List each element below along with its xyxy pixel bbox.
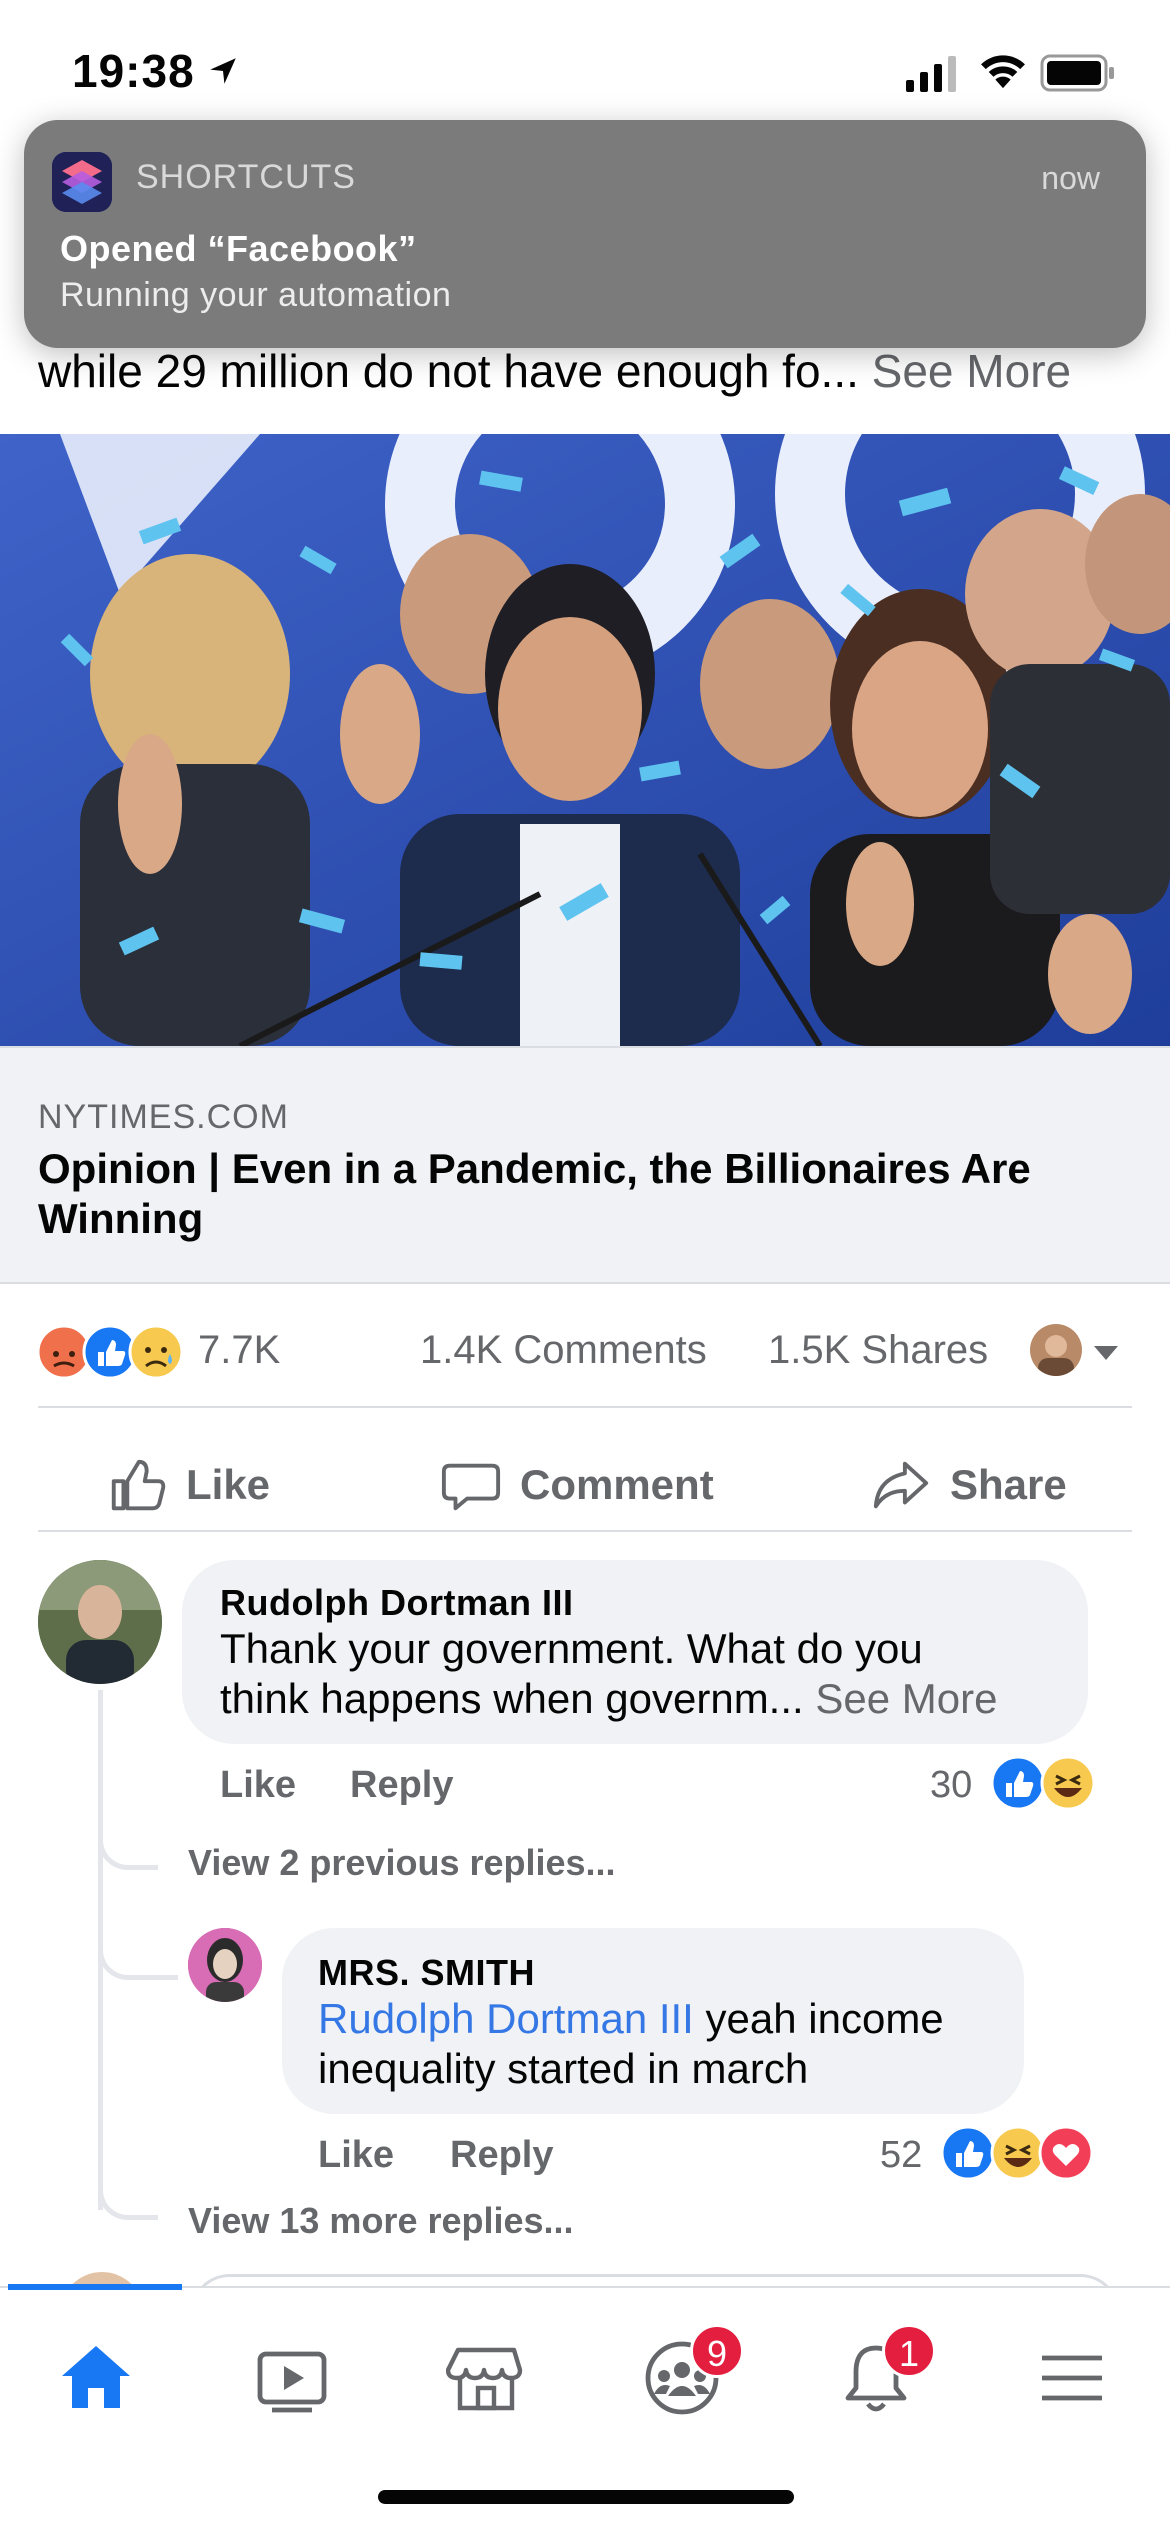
view-previous-replies-link[interactable]: View 2 previous replies... xyxy=(188,1842,616,1884)
divider xyxy=(38,1406,1132,1408)
comment-reply-button[interactable]: Reply xyxy=(350,1764,453,1807)
avatar[interactable] xyxy=(188,1928,262,2002)
reaction-count: 7.7K xyxy=(198,1328,281,1372)
news-photo xyxy=(0,434,1170,1046)
comment-see-more-link[interactable]: See More xyxy=(815,1675,997,1722)
reply-author[interactable]: MRS. SMITH xyxy=(318,1952,535,1994)
thread-branch xyxy=(98,1930,178,1980)
haha-reaction-icon xyxy=(990,2125,1046,2181)
share-label: Share xyxy=(950,1461,1067,1508)
groups-badge: 9 xyxy=(690,2324,744,2378)
share-button[interactable]: Share xyxy=(870,1440,1067,1530)
link-title: Opinion | Even in a Pandemic, the Billio… xyxy=(38,1145,1031,1242)
shortcuts-notification[interactable]: SHORTCUTS now Opened “Facebook” Running … xyxy=(24,120,1146,348)
comment-reaction-icons[interactable] xyxy=(990,1754,1098,1812)
angry-reaction-icon xyxy=(36,1324,92,1380)
reply-reaction-icons[interactable] xyxy=(940,2124,1096,2182)
comment-like-button[interactable]: Like xyxy=(220,1764,296,1807)
post-text-body: while 29 million do not have enough fo..… xyxy=(38,345,872,397)
reactions-summary[interactable]: 7.7K 1.4K Comments 1.5K Shares xyxy=(0,1310,1170,1390)
like-label: Like xyxy=(186,1461,271,1508)
thumbs-up-icon xyxy=(111,1459,166,1511)
shares-count-link[interactable]: 1.5K Shares xyxy=(768,1328,988,1373)
notification-body: Running your automation xyxy=(60,276,452,314)
chevron-down-icon[interactable] xyxy=(1092,1344,1120,1362)
view-more-replies-link[interactable]: View 13 more replies... xyxy=(188,2200,574,2242)
comment-reaction-count: 30 xyxy=(930,1764,973,1806)
link-preview-meta[interactable]: NYTIMES.COM Opinion | Even in a Pandemic… xyxy=(0,1046,1170,1284)
tab-menu[interactable] xyxy=(1012,2318,1132,2438)
comment-button[interactable]: Comment xyxy=(440,1440,714,1530)
avatar[interactable] xyxy=(38,1560,162,1684)
notification-time: now xyxy=(1041,160,1100,196)
signal-icon xyxy=(906,56,956,92)
watch-icon xyxy=(257,2351,327,2413)
active-tab-indicator xyxy=(8,2284,182,2290)
tab-marketplace[interactable] xyxy=(426,2318,546,2438)
reply-reaction-count: 52 xyxy=(880,2134,923,2176)
notification-title: Opened “Facebook” xyxy=(60,228,417,269)
comment-label: Comment xyxy=(520,1461,714,1508)
share-arrow-icon xyxy=(873,1461,929,1509)
reply-text-line2: inequality started in march xyxy=(318,2045,809,2092)
divider xyxy=(38,1530,1132,1532)
like-reaction-icon xyxy=(990,1755,1046,1811)
home-icon xyxy=(62,2346,130,2408)
like-reaction-icon xyxy=(940,2125,996,2181)
battery-icon xyxy=(1040,54,1114,92)
post-text: while 29 million do not have enough fo..… xyxy=(38,344,1071,398)
shortcuts-app-icon xyxy=(52,152,112,212)
location-arrow-icon xyxy=(210,58,236,84)
marketplace-icon xyxy=(446,2347,523,2411)
post-see-more-link[interactable]: See More xyxy=(872,345,1071,397)
notification-app-name: SHORTCUTS xyxy=(136,158,356,196)
reply-text-line1-rest: yeah income xyxy=(693,1995,944,2042)
tab-watch[interactable] xyxy=(232,2318,352,2438)
link-preview-image[interactable] xyxy=(0,434,1170,1046)
tab-home[interactable] xyxy=(36,2318,156,2438)
comment-text-line2-body: think happens when governm... xyxy=(220,1675,816,1722)
comment-bubble-icon xyxy=(441,1463,501,1511)
tab-groups[interactable]: 9 xyxy=(622,2318,744,2438)
facebook-feed-screen: 19:38 while 29 million do not have enoug… xyxy=(0,0,1170,2532)
haha-reaction-icon xyxy=(1040,1755,1096,1811)
comment-text-line1: Thank your government. What do you xyxy=(220,1625,923,1672)
share-as-avatar[interactable] xyxy=(1030,1324,1082,1376)
menu-icon xyxy=(1042,2355,1102,2401)
wifi-icon xyxy=(981,55,1025,89)
tab-notifications[interactable]: 1 xyxy=(816,2318,936,2438)
comment-author[interactable]: Rudolph Dortman III xyxy=(220,1582,573,1624)
like-button[interactable]: Like xyxy=(106,1440,270,1530)
reply-like-button[interactable]: Like xyxy=(318,2134,394,2177)
notifications-badge: 1 xyxy=(882,2324,936,2378)
reply-text-line1: Rudolph Dortman III yeah income xyxy=(318,1994,944,2044)
home-indicator[interactable] xyxy=(378,2490,794,2504)
sad-reaction-icon xyxy=(128,1324,184,1380)
love-reaction-icon xyxy=(1038,2125,1094,2181)
comments-count-link[interactable]: 1.4K Comments xyxy=(420,1328,707,1373)
status-time: 19:38 xyxy=(72,45,195,97)
mention-link[interactable]: Rudolph Dortman III xyxy=(318,1995,694,2042)
thread-branch xyxy=(98,2180,158,2220)
reply-reply-button[interactable]: Reply xyxy=(450,2134,553,2177)
link-domain: NYTIMES.COM xyxy=(38,1098,289,1136)
like-reaction-icon xyxy=(82,1324,138,1380)
thread-branch xyxy=(98,1820,158,1870)
reaction-icons-group xyxy=(36,1324,184,1380)
comment-text-line2: think happens when governm... See More xyxy=(220,1674,997,1724)
